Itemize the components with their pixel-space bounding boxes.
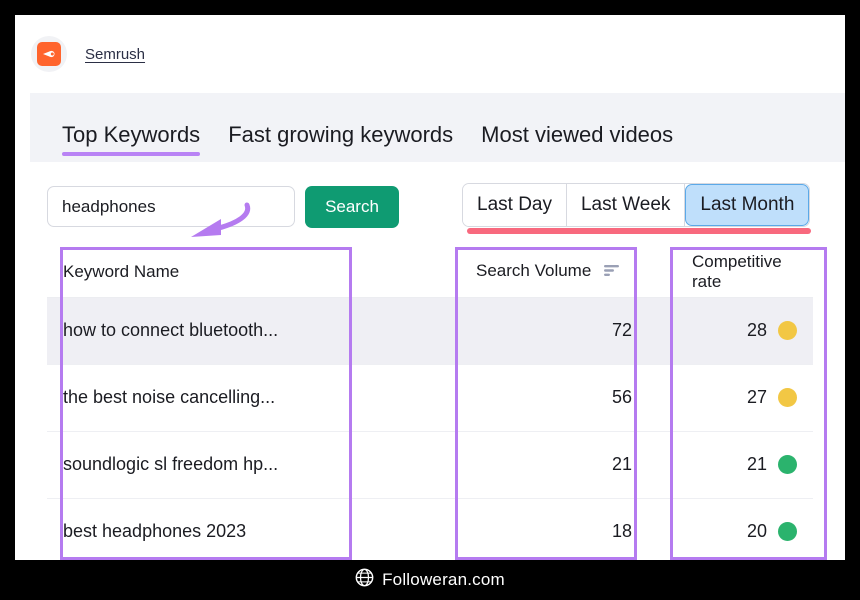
column-spacer bbox=[347, 247, 460, 298]
cell-spacer bbox=[347, 431, 460, 499]
cell-gap bbox=[648, 498, 676, 560]
cell-search-volume: 18 bbox=[460, 498, 648, 560]
footer-text: Followeran.com bbox=[382, 570, 505, 589]
cell-keyword-name: the best noise cancelling... bbox=[47, 364, 347, 432]
cell-competitive-rate: 27 bbox=[676, 364, 813, 432]
column-header-competitive-rate[interactable]: Competitive rate bbox=[676, 247, 813, 298]
tab-top-keywords[interactable]: Top Keywords bbox=[62, 122, 201, 162]
tab-fast-growing-keywords[interactable]: Fast growing keywords bbox=[228, 122, 453, 162]
column-header-keyword-name[interactable]: Keyword Name bbox=[47, 247, 347, 298]
table-row[interactable]: how to connect bluetooth... 72 28 bbox=[47, 297, 813, 365]
column-header-search-volume[interactable]: Search Volume bbox=[460, 247, 648, 298]
cell-competitive-rate: 28 bbox=[676, 297, 813, 365]
tab-bar: Top Keywords Fast growing keywords Most … bbox=[30, 93, 845, 162]
browser-page: Semrush Top Keywords Fast growing keywor… bbox=[15, 15, 845, 560]
table-row[interactable]: soundlogic sl freedom hp... 21 21 bbox=[47, 431, 813, 499]
cell-keyword-name: soundlogic sl freedom hp... bbox=[47, 431, 347, 499]
range-underline-annotation bbox=[467, 228, 811, 234]
cell-keyword-name: how to connect bluetooth... bbox=[47, 297, 347, 365]
table-header-row: Keyword Name Search Volume Competitive r… bbox=[47, 247, 813, 298]
footer-watermark: Followeran.com bbox=[0, 560, 860, 600]
column-gap bbox=[648, 247, 676, 298]
cell-search-volume: 72 bbox=[460, 297, 648, 365]
cell-competitive-rate: 21 bbox=[676, 431, 813, 499]
range-option-last-week[interactable]: Last Week bbox=[566, 184, 686, 226]
cell-search-volume: 21 bbox=[460, 431, 648, 499]
competitive-rate-value: 21 bbox=[746, 454, 767, 474]
search-input[interactable] bbox=[47, 186, 295, 227]
status-dot bbox=[778, 321, 797, 340]
device-frame: Semrush Top Keywords Fast growing keywor… bbox=[0, 0, 860, 600]
range-option-last-month[interactable]: Last Month bbox=[685, 184, 810, 226]
table-row[interactable]: the best noise cancelling... 56 27 bbox=[47, 364, 813, 432]
cell-gap bbox=[648, 431, 676, 499]
cell-spacer bbox=[347, 498, 460, 560]
cell-gap bbox=[648, 364, 676, 432]
brand-logo-container bbox=[31, 36, 67, 72]
cell-search-volume: 56 bbox=[460, 364, 648, 432]
cell-spacer bbox=[347, 364, 460, 432]
status-dot bbox=[778, 455, 797, 474]
globe-icon bbox=[355, 568, 374, 592]
cell-spacer bbox=[347, 297, 460, 365]
range-option-last-day[interactable]: Last Day bbox=[463, 184, 567, 226]
status-dot bbox=[778, 522, 797, 541]
column-header-search-volume-label: Search Volume bbox=[476, 261, 592, 281]
cell-keyword-name: best headphones 2023 bbox=[47, 498, 347, 560]
cell-gap bbox=[648, 297, 676, 365]
tab-most-viewed-videos[interactable]: Most viewed videos bbox=[481, 122, 673, 162]
table-row[interactable]: best headphones 2023 18 20 bbox=[47, 498, 813, 560]
competitive-rate-value: 20 bbox=[746, 521, 767, 541]
date-range-segmented-control: Last Day Last Week Last Month bbox=[462, 183, 811, 227]
sort-descending-icon[interactable] bbox=[604, 262, 620, 282]
competitive-rate-value: 27 bbox=[746, 387, 767, 407]
brand-name-link[interactable]: Semrush bbox=[85, 46, 145, 63]
controls-row: Search Last Day Last Week Last Month bbox=[15, 162, 845, 237]
cell-competitive-rate: 20 bbox=[676, 498, 813, 560]
search-button[interactable]: Search bbox=[305, 186, 399, 228]
brand-header: Semrush bbox=[15, 15, 845, 93]
status-dot bbox=[778, 388, 797, 407]
competitive-rate-value: 28 bbox=[746, 320, 767, 340]
keywords-table: Keyword Name Search Volume Competitive r… bbox=[47, 247, 813, 560]
semrush-comet-icon bbox=[37, 42, 61, 66]
